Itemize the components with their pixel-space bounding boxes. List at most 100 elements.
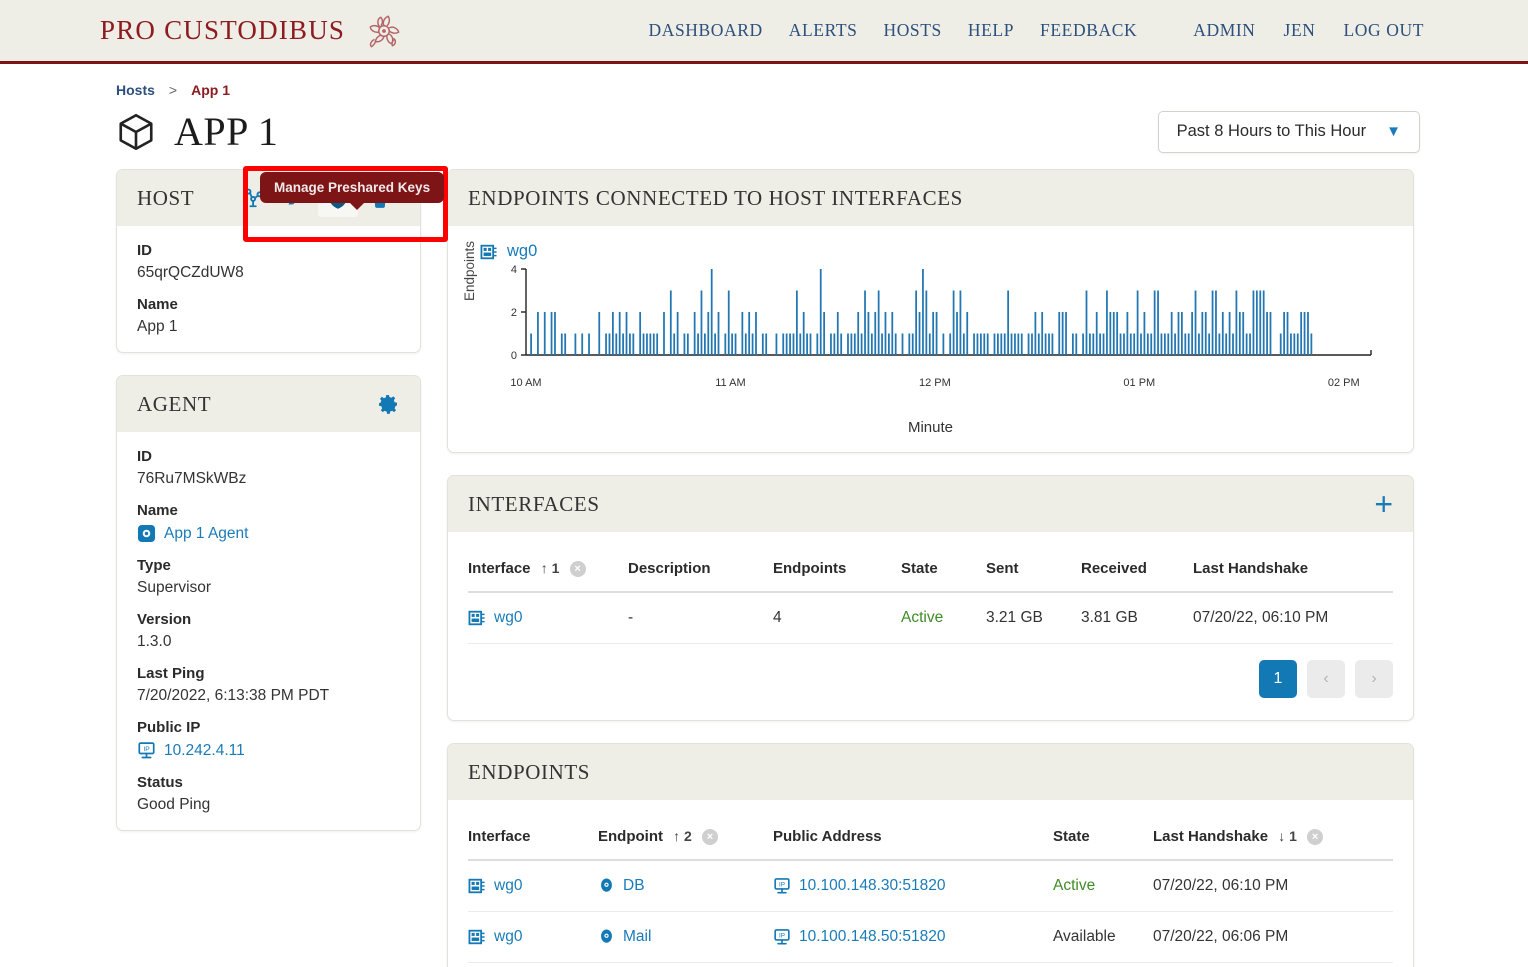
agent-name-link[interactable]: App 1 Agent [164, 525, 248, 543]
add-interface-button[interactable]: + [1374, 488, 1393, 520]
svg-text:IP: IP [779, 881, 785, 888]
endpoint-pin-icon [601, 929, 612, 943]
ep-interface-link[interactable]: wg0 [494, 877, 522, 895]
table-row[interactable]: wg0 Auth IP 10.100.148.20:51820 Availabl… [468, 962, 1393, 967]
ep-address-link[interactable]: 10.100.148.50:51820 [799, 928, 946, 946]
cell-ep-last-handshake: 07/20/22, 06:10 PM [1153, 860, 1393, 913]
interface-link[interactable]: wg0 [494, 609, 522, 627]
col-ep-endpoint-clear-sort-icon[interactable]: × [702, 829, 719, 846]
cell-ep-interface: wg0 [468, 860, 598, 913]
chart-x-axis-label: Minute [907, 419, 954, 436]
chart-legend-wg0[interactable]: wg0 [480, 242, 1395, 261]
ep-interface-link[interactable]: wg0 [494, 928, 522, 946]
nav-link-dashboard[interactable]: DASHBOARD [648, 20, 762, 41]
col-ep-state[interactable]: State [1053, 814, 1153, 862]
chart-x-axis: 10 AM11 AM12 PM01 PM02 PM03 PM04 PM05 PM… [510, 377, 1359, 389]
agent-version-value: 1.3.0 [137, 633, 172, 650]
nav-account-group: ADMIN JEN LOG OUT [1193, 20, 1424, 41]
ip-address-icon: IP [774, 929, 790, 945]
table-row[interactable]: wg0 - 4 Active 3.21 GB 3.81 GB 07/20/22,… [468, 592, 1393, 645]
ep-address-link[interactable]: 10.100.148.30:51820 [799, 877, 946, 895]
medusa-logo-icon [369, 14, 400, 48]
breadcrumb: Hosts > App 1 [0, 64, 1528, 98]
endpoints-card-title: ENDPOINTS [468, 759, 591, 784]
col-interface-clear-sort-icon[interactable]: × [569, 561, 586, 578]
brand-wordmark: PRO CUSTODIBUS [100, 15, 346, 45]
nav-link-user[interactable]: JEN [1284, 20, 1316, 41]
col-ep-endpoint[interactable]: Endpoint ↑ 2 × [598, 814, 773, 862]
col-last-handshake[interactable]: Last Handshake [1193, 546, 1393, 594]
svg-text:4: 4 [511, 264, 517, 276]
endpoints-header-row: Interface Endpoint ↑ 2 × Public Address … [468, 814, 1393, 862]
nav-link-help[interactable]: HELP [968, 20, 1014, 41]
agent-type-value: Supervisor [137, 579, 212, 596]
time-range-value: Past 8 Hours to This Hour [1176, 122, 1367, 140]
agent-card-header: AGENT [117, 376, 420, 432]
col-state[interactable]: State [901, 546, 986, 594]
col-ep-last-handshake-sort[interactable]: ↓ 1 [1278, 828, 1297, 844]
agent-id-value: 76Ru7MSkWBz [137, 470, 247, 487]
cell-ep-last-handshake: 07/20/22, 06:06 PM [1153, 911, 1393, 964]
cell-ep-state: Available [1053, 911, 1153, 964]
endpoints-card-header: ENDPOINTS [448, 744, 1413, 801]
col-sent[interactable]: Sent [986, 546, 1081, 594]
host-id-value: 65qrQCZdUW8 [137, 264, 244, 281]
agent-icon [137, 524, 156, 543]
agent-public-ip-label: Public IP [137, 719, 201, 736]
col-ep-last-handshake[interactable]: Last Handshake ↓ 1 × [1153, 814, 1393, 862]
cell-last-handshake: 07/20/22, 06:10 PM [1193, 592, 1393, 645]
nav-link-hosts[interactable]: HOSTS [883, 20, 941, 41]
agent-card-title: AGENT [137, 391, 212, 416]
host-card-title: HOST [137, 185, 195, 210]
cell-interface: wg0 [468, 592, 628, 645]
prev-page-button[interactable]: ‹ [1307, 660, 1345, 699]
host-details: ID 65qrQCZdUW8 Name App 1 [137, 242, 400, 336]
agent-version-label: Version [137, 611, 192, 628]
page-1-button[interactable]: 1 [1259, 660, 1297, 699]
endpoints-table: Interface Endpoint ↑ 2 × Public Address … [468, 814, 1393, 967]
agent-settings-button[interactable] [376, 392, 400, 416]
chart-card-header: ENDPOINTS CONNECTED TO HOST INTERFACES [448, 170, 1413, 226]
ep-endpoint-link[interactable]: DB [623, 877, 645, 895]
col-received[interactable]: Received [1081, 546, 1193, 594]
endpoints-chart-card: ENDPOINTS CONNECTED TO HOST INTERFACES w… [447, 169, 1414, 453]
cell-ep-public-address: IP 10.100.148.30:51820 [773, 860, 1053, 913]
col-ep-interface[interactable]: Interface [468, 814, 598, 862]
brand-logo[interactable]: PRO CUSTODIBUS [100, 10, 405, 52]
interfaces-card-header: INTERFACES + [448, 476, 1413, 532]
cell-ep-state: Available [1053, 962, 1153, 967]
col-ep-last-handshake-clear-sort-icon[interactable]: × [1307, 829, 1324, 846]
host-name-value: App 1 [137, 318, 178, 335]
nav-link-feedback[interactable]: FEEDBACK [1040, 20, 1137, 41]
agent-public-ip-link[interactable]: 10.242.4.11 [164, 742, 245, 760]
endpoints-card: ENDPOINTS Interface Endpoint ↑ 2 × Publi… [447, 743, 1414, 967]
nav-link-alerts[interactable]: ALERTS [789, 20, 858, 41]
next-page-button[interactable]: › [1355, 660, 1393, 699]
interfaces-card-title: INTERFACES [468, 491, 600, 516]
col-ep-endpoint-sort[interactable]: ↑ 2 [673, 828, 692, 844]
nav-link-logout[interactable]: LOG OUT [1343, 20, 1424, 41]
svg-text:10 AM: 10 AM [510, 377, 541, 389]
svg-text:11 AM: 11 AM [715, 377, 745, 389]
col-interface-sort[interactable]: ↑ 1 [541, 560, 560, 576]
cell-received: 3.81 GB [1081, 592, 1193, 645]
cell-ep-endpoint: Mail [598, 911, 773, 964]
time-range-select[interactable]: Past 8 Hours to This Hour ▼ [1157, 110, 1420, 153]
interfaces-card-body: Interface ↑ 1 × Description Endpoints St… [448, 532, 1413, 720]
breadcrumb-hosts-link[interactable]: Hosts [116, 82, 155, 98]
col-interface[interactable]: Interface ↑ 1 × [468, 546, 628, 594]
table-row[interactable]: wg0 Mail IP 10.100.148.50:51820 Availabl… [468, 911, 1393, 964]
ip-address-icon: IP [774, 878, 790, 894]
col-endpoints[interactable]: Endpoints [773, 546, 901, 594]
endpoints-card-body: Interface Endpoint ↑ 2 × Public Address … [448, 800, 1413, 967]
agent-name-row: App 1 Agent [137, 524, 400, 543]
nav-link-admin[interactable]: ADMIN [1193, 20, 1255, 41]
agent-last-ping-label: Last Ping [137, 665, 205, 682]
cell-ep-interface: wg0 [468, 962, 598, 967]
table-row[interactable]: wg0 DB IP 10.100.148.30:51820 Active 07/… [468, 860, 1393, 913]
col-ep-public-address[interactable]: Public Address [773, 814, 1053, 862]
ep-endpoint-link[interactable]: Mail [623, 928, 651, 946]
col-description[interactable]: Description [628, 546, 773, 594]
endpoints-table-body: wg0 DB IP 10.100.148.30:51820 Active 07/… [468, 860, 1393, 967]
interfaces-card: INTERFACES + Interface ↑ 1 × Description [447, 475, 1414, 722]
